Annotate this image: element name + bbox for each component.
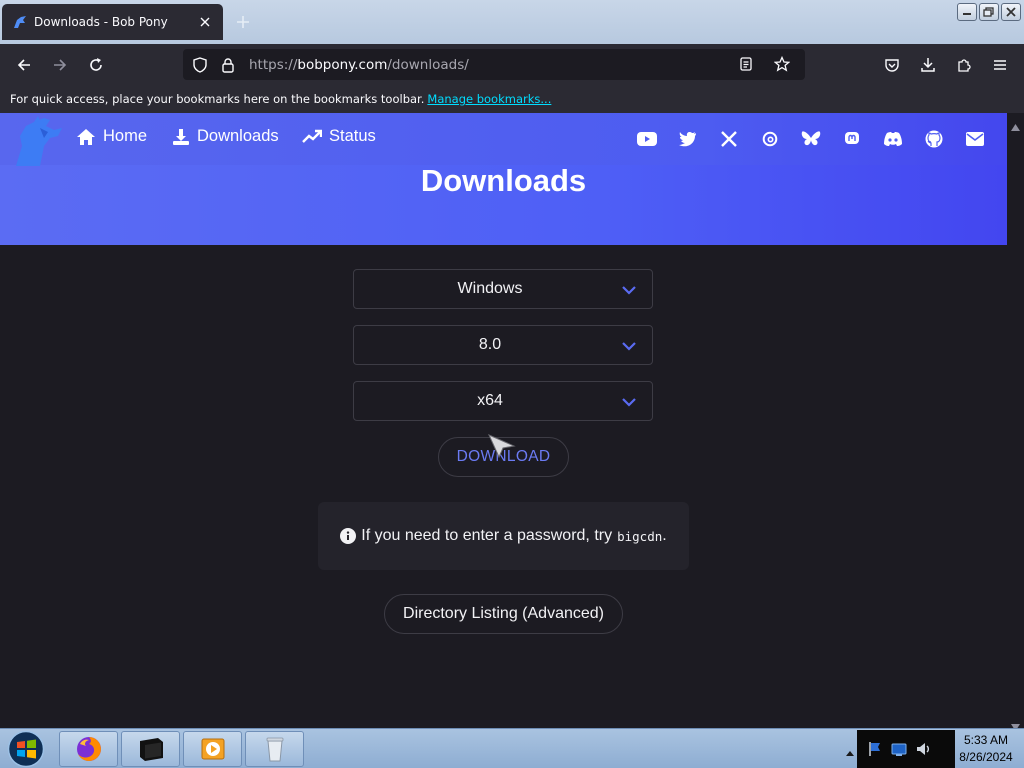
- github-icon[interactable]: [924, 129, 944, 149]
- site-navbar: Home Downloads Status: [0, 113, 1007, 166]
- bobpony-favicon-icon: [12, 14, 28, 30]
- system-tray: 5:33 AM 8/26/2024: [840, 729, 1024, 768]
- address-bar[interactable]: https://bobpony.com/downloads/: [183, 49, 805, 80]
- terminal-icon: [136, 735, 166, 763]
- nav-downloads-label: Downloads: [197, 127, 279, 145]
- twitter-icon[interactable]: [678, 129, 698, 149]
- url-host: bobpony.com: [297, 56, 388, 73]
- show-hidden-icons-icon[interactable]: [845, 744, 855, 756]
- downloads-toolbar-icon[interactable]: [915, 52, 941, 78]
- window-controls: [957, 3, 1021, 21]
- nav-home-label: Home: [103, 127, 148, 145]
- reload-icon[interactable]: [83, 52, 109, 78]
- nav-status-label: Status: [329, 127, 376, 145]
- note-password: bigcdn: [617, 528, 663, 544]
- manage-bookmarks-link[interactable]: Manage bookmarks...: [427, 92, 551, 106]
- email-icon[interactable]: [965, 129, 985, 149]
- scroll-up-icon[interactable]: [1011, 116, 1020, 131]
- discord-icon[interactable]: [883, 129, 903, 149]
- page-scrollbar[interactable]: [1007, 113, 1024, 731]
- clock-time: 5:33 AM: [963, 733, 1009, 747]
- tab-title: Downloads - Bob Pony: [34, 15, 168, 29]
- os-select-value: Windows: [457, 280, 523, 297]
- clock-date: 8/26/2024: [959, 750, 1013, 764]
- taskbar-media-player[interactable]: [183, 731, 242, 767]
- trend-icon: [302, 129, 322, 145]
- extensions-icon[interactable]: [951, 52, 977, 78]
- bluesky-icon[interactable]: [801, 129, 821, 149]
- title-bar: Downloads - Bob Pony: [0, 0, 1024, 44]
- chevron-down-icon: [621, 282, 637, 298]
- architecture-select-value: x64: [477, 392, 503, 409]
- url-scheme: https://: [249, 56, 298, 73]
- chevron-down-icon: [621, 338, 637, 354]
- url-path: /downloads/: [387, 56, 469, 73]
- nav-home[interactable]: Home: [76, 127, 147, 146]
- taskbar: 5:33 AM 8/26/2024: [0, 728, 1024, 768]
- mastodon-icon[interactable]: [842, 129, 862, 149]
- forward-icon[interactable]: [47, 52, 73, 78]
- navigation-toolbar: https://bobpony.com/downloads/: [0, 44, 1024, 85]
- social-links: [637, 129, 985, 149]
- page-content: Home Downloads Status Downloads Windows …: [0, 113, 1007, 728]
- bobpony-logo[interactable]: [10, 116, 66, 166]
- clock[interactable]: 5:33 AM 8/26/2024: [948, 732, 1024, 766]
- version-select[interactable]: 8.0: [353, 325, 653, 365]
- pocket-icon[interactable]: [879, 52, 905, 78]
- note-text: If you need to enter a password, try: [361, 527, 613, 544]
- scroll-down-icon[interactable]: [1011, 716, 1020, 731]
- close-tab-icon[interactable]: [197, 14, 213, 30]
- taskbar-recycle-bin[interactable]: [245, 731, 304, 767]
- close-window-icon[interactable]: [1001, 3, 1021, 21]
- reader-view-icon[interactable]: [735, 53, 757, 75]
- note-end: .: [662, 527, 667, 544]
- home-icon: [76, 128, 96, 146]
- password-note: If you need to enter a password, try big…: [318, 502, 689, 570]
- action-center-flag-icon[interactable]: [866, 740, 884, 758]
- version-select-value: 8.0: [478, 336, 502, 353]
- network-icon[interactable]: [890, 740, 908, 758]
- minimize-icon[interactable]: [957, 3, 977, 21]
- download-icon: [172, 128, 190, 146]
- tracking-shield-icon[interactable]: [189, 54, 211, 76]
- back-icon[interactable]: [11, 52, 37, 78]
- os-select[interactable]: Windows: [353, 269, 653, 309]
- lock-icon[interactable]: [217, 54, 239, 76]
- taskbar-firefox[interactable]: [59, 731, 118, 767]
- volume-icon[interactable]: [915, 740, 933, 758]
- info-icon: [340, 528, 357, 544]
- chevron-down-icon: [621, 394, 637, 410]
- recycle-bin-icon: [263, 735, 287, 763]
- directory-listing-button[interactable]: Directory Listing (Advanced): [384, 594, 623, 634]
- start-button[interactable]: [3, 730, 49, 768]
- architecture-select[interactable]: x64: [353, 381, 653, 421]
- url-text: https://bobpony.com/downloads/: [249, 57, 469, 73]
- bookmark-star-icon[interactable]: [771, 53, 793, 75]
- bookmarks-toolbar: For quick access, place your bookmarks h…: [0, 85, 1024, 113]
- browser-tab[interactable]: Downloads - Bob Pony: [2, 4, 223, 40]
- x-icon[interactable]: [719, 129, 739, 149]
- youtube-icon[interactable]: [637, 129, 657, 149]
- mouse-cursor-icon: [488, 434, 516, 459]
- taskbar-terminal[interactable]: [121, 731, 180, 767]
- media-player-icon: [199, 736, 227, 762]
- threads-icon[interactable]: [760, 129, 780, 149]
- page-title: Downloads: [420, 163, 587, 198]
- bookmarks-message: For quick access, place your bookmarks h…: [10, 92, 425, 106]
- new-tab-icon[interactable]: [233, 12, 253, 32]
- nav-downloads[interactable]: Downloads: [172, 127, 279, 146]
- nav-status[interactable]: Status: [302, 127, 376, 146]
- maximize-icon[interactable]: [979, 3, 999, 21]
- app-menu-icon[interactable]: [987, 52, 1013, 78]
- firefox-icon: [74, 734, 104, 764]
